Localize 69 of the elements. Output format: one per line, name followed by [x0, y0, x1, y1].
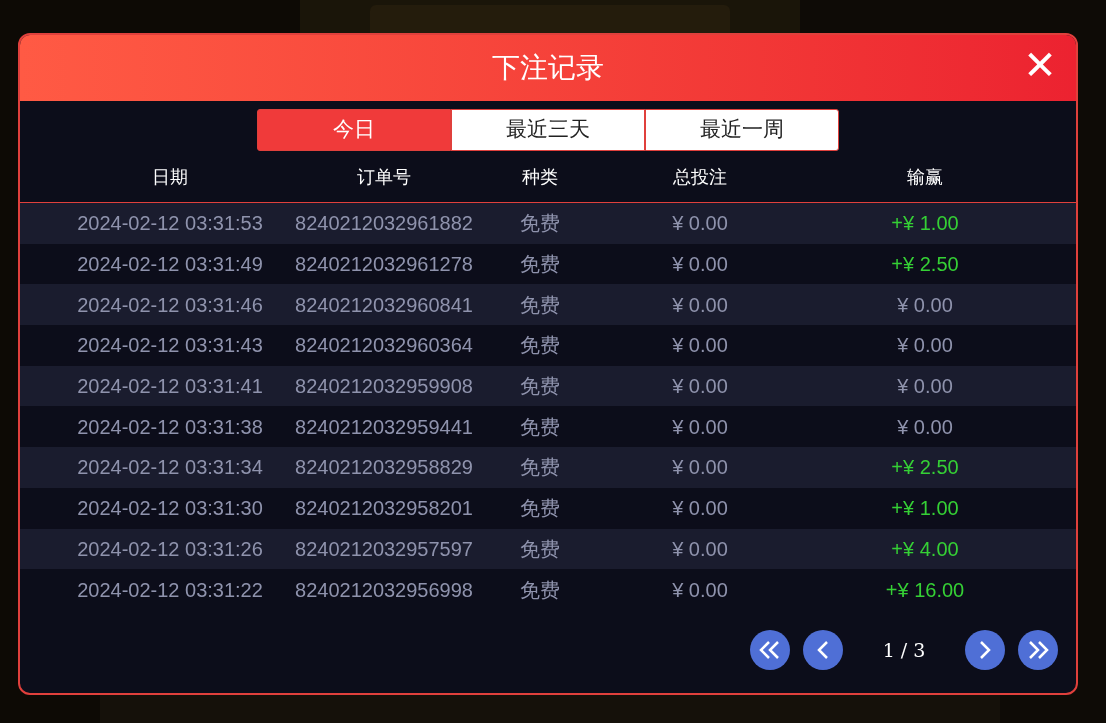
tab[interactable]: 最近三天 [451, 109, 645, 151]
table-cell-text: +¥ 1.00 [890, 496, 960, 522]
table-cell-text: 8240212032961882 [294, 211, 474, 237]
dialog-title: 下注记录 [492, 50, 604, 86]
double-chevron-right-icon [1026, 639, 1050, 660]
table-cell-text: 2024-02-12 03:31:30 [76, 496, 264, 522]
table-cell-text: 免费 [519, 211, 561, 237]
table-cell-text: 免费 [519, 414, 561, 440]
previous-page-button[interactable] [803, 629, 843, 670]
table-cell-text: ¥ 0.00 [671, 577, 729, 603]
table-cell-text: ¥ 0.00 [671, 536, 729, 562]
page-indicator: 1 / 3 [881, 637, 927, 663]
table-cell-text: ¥ 0.00 [896, 414, 954, 440]
table-cell-text: 免费 [519, 536, 561, 562]
table-cell-text: 免费 [519, 333, 561, 359]
table-cell-text: ¥ 0.00 [896, 292, 954, 318]
table-cell-text: ¥ 0.00 [896, 374, 954, 400]
table-cell-text: 2024-02-12 03:31:43 [76, 333, 264, 359]
table-cell-text: 8240212032957597 [294, 536, 474, 562]
table-cell-text: ¥ 0.00 [671, 292, 729, 318]
table-cell-text: ¥ 0.00 [671, 455, 729, 481]
table-cell-text: ¥ 0.00 [671, 414, 729, 440]
table-cell-text: ¥ 0.00 [671, 252, 729, 278]
column-header: 总投注 [672, 165, 728, 189]
table-cell-text: +¥ 2.50 [890, 252, 960, 278]
table-cell-text: ¥ 0.00 [896, 333, 954, 359]
table-cell-text: 8240212032959908 [294, 374, 474, 400]
table-cell-text: 免费 [519, 252, 561, 278]
table-cell-text: 2024-02-12 03:31:49 [76, 252, 264, 278]
table-cell-text: 8240212032961278 [294, 252, 474, 278]
table-cell-text: 2024-02-12 03:31:38 [76, 414, 264, 440]
table-cell-text: 2024-02-12 03:31:41 [76, 374, 264, 400]
next-page-button[interactable] [965, 629, 1005, 670]
table-cell-text: +¥ 1.00 [890, 211, 960, 237]
table-cell-text: 免费 [519, 496, 561, 522]
table-cell-text: 免费 [519, 292, 561, 318]
table-cell-text: 2024-02-12 03:31:46 [76, 292, 264, 318]
table-cell-text: +¥ 4.00 [890, 536, 960, 562]
table-cell-text: 2024-02-12 03:31:34 [76, 455, 264, 481]
first-page-button[interactable] [750, 629, 790, 670]
tab[interactable]: 今日 [257, 109, 451, 151]
table-cell-text: 2024-02-12 03:31:53 [76, 211, 264, 237]
table-cell-text: 8240212032956998 [294, 577, 474, 603]
table-cell-text: ¥ 0.00 [671, 211, 729, 237]
table-cell-text: 2024-02-12 03:31:26 [76, 536, 264, 562]
table-cell-text: 8240212032960841 [294, 292, 474, 318]
table-cell-text: 2024-02-12 03:31:22 [76, 577, 264, 603]
close-button[interactable]: ✕ [1018, 43, 1062, 87]
column-header: 输赢 [906, 165, 944, 189]
table-cell-text: ¥ 0.00 [671, 374, 729, 400]
column-header: 种类 [521, 165, 559, 189]
table-cell-text: 免费 [519, 577, 561, 603]
column-header: 订单号 [356, 165, 412, 189]
column-header: 日期 [151, 165, 189, 189]
chevron-left-icon [817, 639, 829, 660]
table-cell-text: ¥ 0.00 [671, 496, 729, 522]
table-cell-text: +¥ 2.50 [890, 455, 960, 481]
table-cell-text: 8240212032960364 [294, 333, 474, 359]
tab[interactable]: 最近一周 [645, 109, 839, 151]
last-page-button[interactable] [1018, 629, 1058, 670]
table-cell-text: 8240212032958201 [294, 496, 474, 522]
table-cell-text: 免费 [519, 455, 561, 481]
chevron-right-icon [979, 639, 991, 660]
double-chevron-left-icon [758, 639, 782, 660]
table-cell-text: +¥ 16.00 [884, 577, 966, 603]
table-cell-text: ¥ 0.00 [671, 333, 729, 359]
table-cell-text: 8240212032959441 [294, 414, 474, 440]
table-cell-text: 8240212032958829 [294, 455, 474, 481]
table-cell-text: 免费 [519, 374, 561, 400]
